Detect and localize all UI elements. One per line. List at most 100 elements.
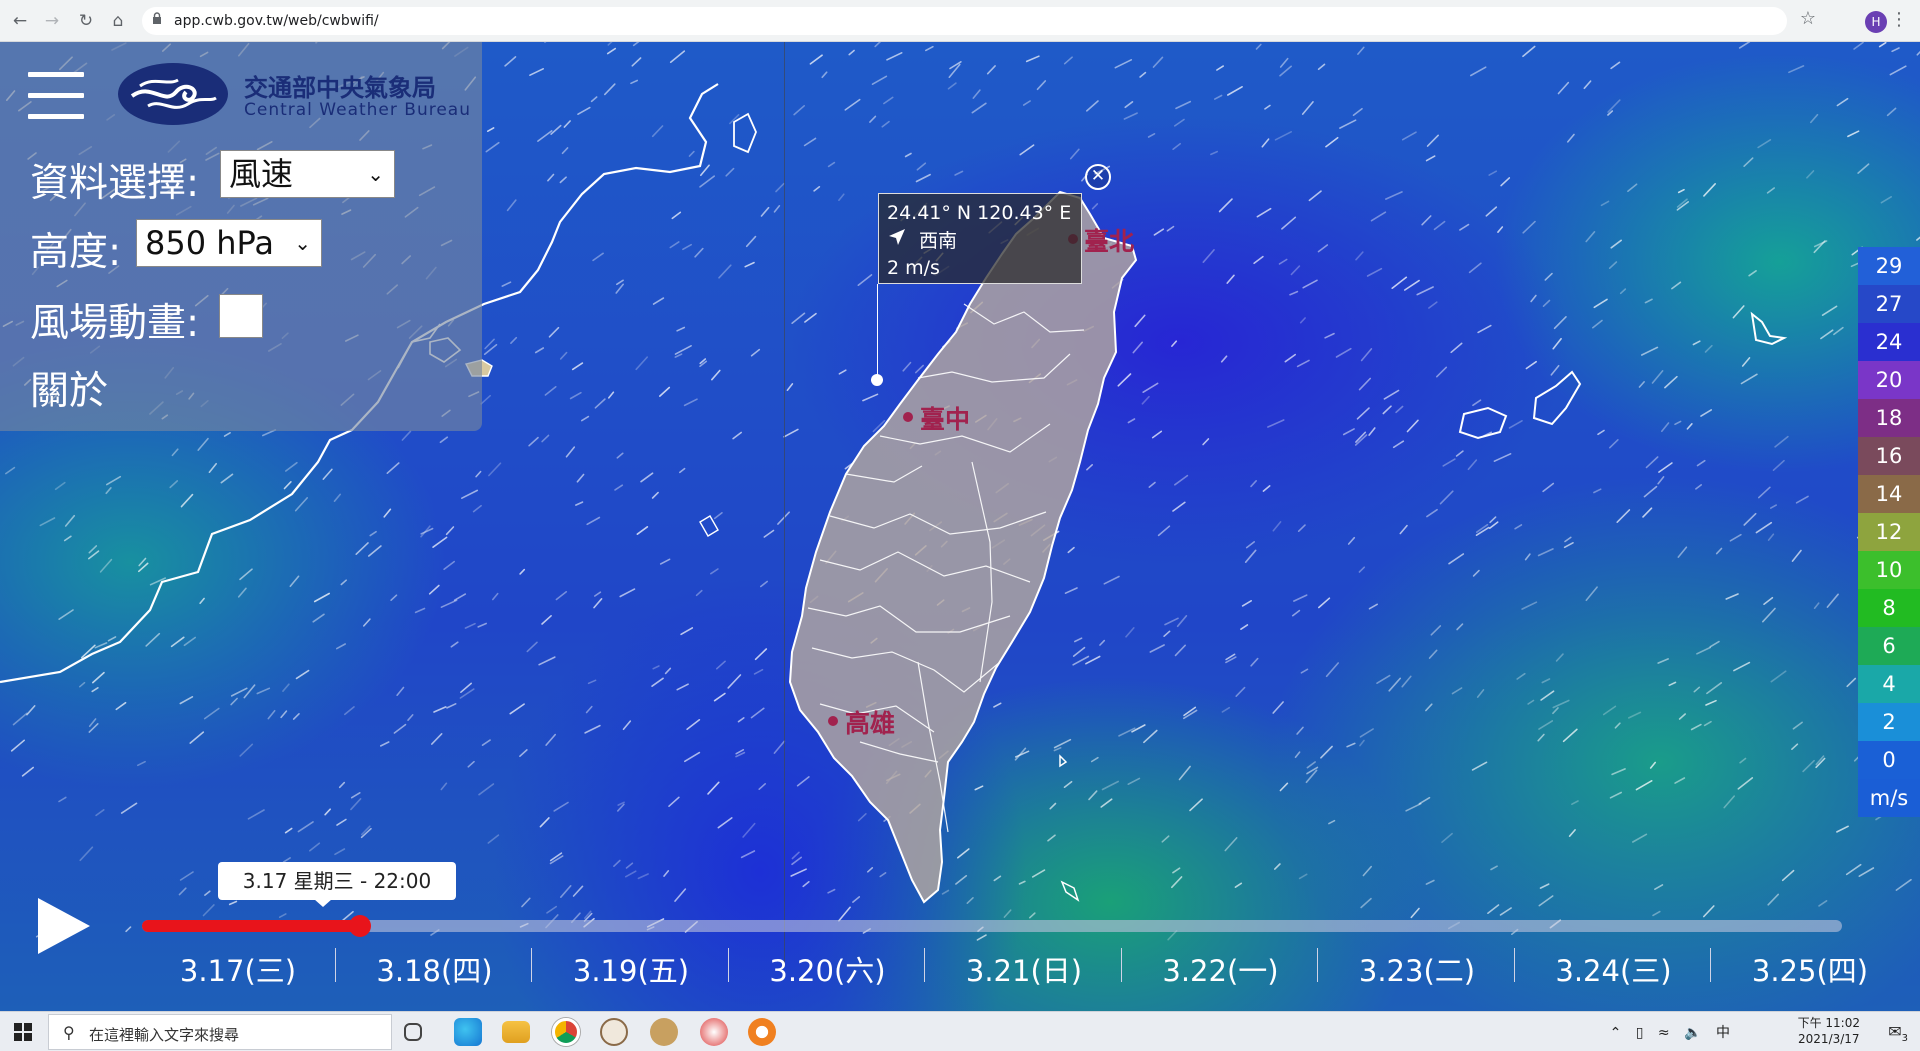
taskbar-search-placeholder: 在這裡輸入文字來搜尋	[89, 1026, 240, 1044]
chevron-down-icon: ⌄	[294, 231, 311, 255]
app-icon-4[interactable]	[748, 1018, 776, 1046]
popup-pointer-dot	[871, 374, 883, 386]
legend-swatch: 29	[1858, 247, 1920, 285]
current-time-label: 3.17 星期三 - 22:00	[218, 862, 456, 900]
app-icon-2[interactable]	[650, 1018, 678, 1046]
timeline-day-separator	[1317, 948, 1318, 982]
windows-taskbar: ⚲ 在這裡輸入文字來搜尋 ⌃ ▯ ≈ 🔈 中 下午 11:02 2021/3/1…	[0, 1011, 1920, 1051]
legend-swatch: 14	[1858, 475, 1920, 513]
wind-animation-label: 風場動畫:	[30, 301, 200, 346]
height-select-dropdown[interactable]: 850 hPa ⌄	[136, 219, 322, 267]
close-icon[interactable]: ✕	[1085, 164, 1111, 190]
legend-swatch: 27	[1858, 285, 1920, 323]
back-icon[interactable]: ←	[8, 9, 32, 33]
timeline-day-label[interactable]: 3.17(三)	[140, 948, 336, 990]
timeline-day-separator	[334, 948, 336, 982]
taiwan-island	[788, 190, 1138, 904]
popup-speed: 2 m/s	[887, 257, 940, 279]
timeline-day-label[interactable]: 3.18(四)	[337, 948, 533, 990]
kebab-icon[interactable]: ⋮	[1890, 9, 1908, 30]
legend-unit: m/s	[1858, 779, 1920, 817]
city-marker-taichung	[903, 412, 913, 422]
file-explorer-icon[interactable]	[502, 1021, 530, 1043]
navigation-arrow-icon	[887, 227, 913, 255]
timeline-day-label[interactable]: 3.22(一)	[1123, 948, 1319, 990]
city-label-taichung: 臺中	[920, 405, 971, 434]
chrome-browser-icon[interactable]	[552, 1018, 580, 1046]
cwb-logo	[118, 63, 228, 125]
hamburger-menu-icon[interactable]	[28, 72, 84, 119]
search-icon: ⚲	[63, 1023, 75, 1042]
timeline-day-label[interactable]: 3.19(五)	[533, 948, 729, 990]
legend-swatch: 0	[1858, 741, 1920, 779]
ime-indicator[interactable]: 中	[1716, 1025, 1730, 1041]
notification-icon[interactable]: ✉3	[1888, 1022, 1908, 1044]
timeline-day-separator	[727, 948, 729, 982]
volume-icon: 🔈	[1684, 1025, 1702, 1041]
speed-legend: 29 27 24 20 18 16 14 12 10 8 6 4 2 0 m/s	[1858, 247, 1920, 817]
play-icon[interactable]	[38, 898, 90, 954]
data-select-label: 資料選擇:	[30, 161, 200, 206]
data-select-value: 風速	[229, 155, 294, 193]
timeline-day-label[interactable]: 3.23(二)	[1319, 948, 1515, 990]
avatar[interactable]: H	[1865, 11, 1887, 33]
legend-swatch: 6	[1858, 627, 1920, 665]
star-icon[interactable]: ☆	[1800, 8, 1816, 29]
windows-start-icon[interactable]	[14, 1023, 32, 1041]
height-select-value: 850 hPa	[145, 224, 274, 262]
popup-coordinates: 24.41° N 120.43° E	[887, 202, 1072, 224]
clock-time: 下午 11:02	[1797, 1016, 1860, 1030]
notification-count: 3	[1901, 1033, 1908, 1045]
agency-name-en: Central Weather Bureau	[244, 100, 471, 120]
app-icon-1[interactable]	[600, 1018, 628, 1046]
timeline-progress	[142, 920, 360, 932]
taskbar-clock[interactable]: 下午 11:02 2021/3/17	[1798, 1015, 1860, 1047]
height-label: 高度:	[30, 230, 122, 275]
battery-icon: ▯	[1635, 1025, 1644, 1041]
legend-swatch: 18	[1858, 399, 1920, 437]
timeline-track[interactable]	[142, 920, 1842, 932]
timeline-day-label[interactable]: 3.21(日)	[926, 948, 1122, 990]
legend-swatch: 4	[1858, 665, 1920, 703]
wind-animation-checkbox[interactable]	[219, 294, 263, 338]
location-popup: 24.41° N 120.43° E 西南 2 m/s	[878, 193, 1082, 284]
legend-swatch: 20	[1858, 361, 1920, 399]
data-select-dropdown[interactable]: 風速 ⌄	[220, 150, 395, 198]
city-marker-kaohsiung	[828, 716, 838, 726]
home-icon[interactable]: ⌂	[106, 9, 130, 33]
legend-swatch: 12	[1858, 513, 1920, 551]
legend-swatch: 24	[1858, 323, 1920, 361]
time-label-pointer	[314, 899, 332, 907]
popup-direction-row: 西南	[887, 227, 1073, 255]
clock-date: 2021/3/17	[1798, 1032, 1860, 1046]
address-bar[interactable]: app.cwb.gov.tw/web/cwbwifi/	[142, 7, 1787, 35]
edge-browser-icon[interactable]	[454, 1018, 482, 1046]
system-tray[interactable]: ⌃ ▯ ≈ 🔈 中	[1610, 1022, 1730, 1042]
timeline-day-label[interactable]: 3.24(三)	[1516, 948, 1712, 990]
timeline-day-label[interactable]: 3.25(四)	[1712, 948, 1908, 990]
timeline-day-separator	[1710, 948, 1711, 982]
taskbar-search[interactable]: ⚲ 在這裡輸入文字來搜尋	[48, 1014, 392, 1050]
browser-toolbar: ← → ↻ ⌂ app.cwb.gov.tw/web/cwbwifi/ ☆ H …	[0, 0, 1920, 42]
forward-icon[interactable]: →	[40, 9, 64, 33]
timeline-day-separator	[924, 948, 925, 982]
city-label-kaohsiung: 高雄	[845, 709, 896, 738]
timeline-day-separator	[1120, 948, 1122, 982]
app-icon-3[interactable]	[700, 1018, 728, 1046]
task-view-icon[interactable]	[404, 1023, 422, 1041]
legend-swatch: 16	[1858, 437, 1920, 475]
city-label-taipei: 臺北	[1084, 227, 1135, 256]
popup-pointer-line	[877, 284, 878, 380]
legend-swatch: 2	[1858, 703, 1920, 741]
legend-swatch: 8	[1858, 589, 1920, 627]
chevron-up-icon[interactable]: ⌃	[1610, 1025, 1622, 1041]
chevron-down-icon: ⌄	[367, 162, 384, 186]
about-link[interactable]: 關於	[30, 360, 108, 416]
url-text: app.cwb.gov.tw/web/cwbwifi/	[174, 13, 379, 29]
timeline-day-label[interactable]: 3.20(六)	[730, 948, 926, 990]
legend-swatch: 10	[1858, 551, 1920, 589]
timeline-handle[interactable]	[349, 915, 371, 937]
popup-direction: 西南	[919, 230, 958, 252]
lock-icon	[153, 12, 161, 24]
reload-icon[interactable]: ↻	[74, 9, 98, 33]
